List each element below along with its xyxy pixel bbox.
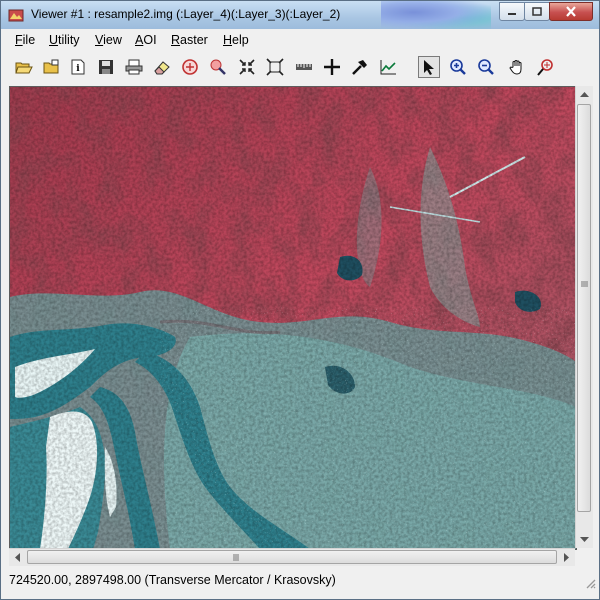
zoom-in-icon — [450, 59, 466, 75]
measure-button[interactable] — [293, 56, 315, 78]
maximize-icon — [532, 6, 542, 16]
select-arrow-icon — [424, 60, 434, 75]
inquire-cursor-icon — [537, 59, 553, 76]
status-bar: 724520.00, 2897498.00 (Transverse Mercat… — [1, 568, 599, 592]
save-icon — [99, 60, 113, 74]
horizontal-scroll-thumb[interactable] — [27, 550, 557, 564]
toolbar: i — [1, 53, 599, 83]
viewer-window: Viewer #1 : resample2.img (:Layer_4)(:La… — [0, 0, 600, 600]
scroll-right-button[interactable] — [558, 549, 575, 566]
info-button[interactable]: i — [67, 56, 89, 78]
crosshair-icon — [324, 59, 340, 75]
crosshair-button[interactable] — [321, 56, 343, 78]
menu-aoi[interactable]: AOI — [135, 33, 157, 47]
print-button[interactable] — [123, 56, 145, 78]
fit-window-button[interactable] — [264, 56, 286, 78]
menu-bar: File Utility View AOI Raster Help — [1, 30, 599, 50]
window-title: Viewer #1 : resample2.img (:Layer_4)(:La… — [31, 7, 341, 21]
open-folder-icon — [15, 62, 33, 74]
open-button[interactable] — [13, 56, 35, 78]
fit-window-icon — [266, 58, 284, 76]
app-icon — [8, 9, 24, 22]
measure-ruler-icon — [296, 64, 312, 70]
save-button[interactable] — [95, 56, 117, 78]
svg-text:i: i — [76, 64, 80, 74]
vertical-scrollbar[interactable] — [575, 86, 593, 548]
info-icon: i — [71, 59, 85, 75]
eraser-icon — [154, 61, 170, 75]
select-button[interactable] — [418, 56, 440, 78]
menu-help[interactable]: Help — [223, 33, 249, 47]
inquire-cursor-button[interactable] — [535, 56, 557, 78]
zoom-out-icon — [478, 59, 494, 75]
eraser-button[interactable] — [151, 56, 173, 78]
inquire-button[interactable] — [207, 56, 229, 78]
maximize-button[interactable] — [524, 2, 550, 21]
minimize-button[interactable] — [499, 2, 525, 21]
zoom-out-button[interactable] — [475, 56, 497, 78]
pan-button[interactable] — [506, 56, 528, 78]
close-layer-icon — [182, 59, 198, 75]
pan-hand-icon — [509, 60, 522, 75]
scroll-up-button[interactable] — [576, 86, 593, 103]
zoom-fit-button[interactable] — [236, 56, 258, 78]
arrow-down-icon — [580, 536, 589, 542]
arrow-up-icon — [580, 91, 589, 97]
minimize-icon — [508, 12, 516, 15]
menu-file[interactable]: File — [15, 33, 35, 47]
scroll-left-button[interactable] — [9, 549, 26, 566]
profile-chart-icon — [380, 60, 396, 75]
print-icon — [125, 59, 143, 75]
inquire-icon — [210, 59, 226, 75]
satellite-image — [10, 87, 576, 549]
horizontal-scrollbar[interactable] — [9, 548, 575, 566]
arrow-right-icon — [563, 553, 569, 562]
resize-grip-icon[interactable] — [584, 577, 596, 589]
profile-button[interactable] — [377, 56, 399, 78]
vertical-scroll-thumb[interactable] — [577, 104, 591, 512]
close-layer-button[interactable] — [179, 56, 201, 78]
scroll-down-button[interactable] — [576, 531, 593, 548]
menu-view[interactable]: View — [95, 33, 122, 47]
title-bar[interactable]: Viewer #1 : resample2.img (:Layer_4)(:La… — [1, 1, 599, 29]
arrow-left-icon — [14, 553, 20, 562]
pick-tool-icon — [352, 60, 367, 75]
close-button[interactable] — [549, 2, 593, 21]
menu-utility[interactable]: Utility — [49, 33, 80, 47]
close-icon — [566, 6, 576, 17]
zoom-in-fit-icon — [239, 59, 255, 75]
menu-raster[interactable]: Raster — [171, 33, 208, 47]
zoom-in-button[interactable] — [447, 56, 469, 78]
coordinate-readout: 724520.00, 2897498.00 (Transverse Mercat… — [9, 573, 336, 587]
pick-tool-button[interactable] — [349, 56, 371, 78]
open-layer-button[interactable] — [41, 56, 63, 78]
open-layer-icon — [43, 59, 59, 74]
image-viewport[interactable] — [9, 86, 577, 550]
